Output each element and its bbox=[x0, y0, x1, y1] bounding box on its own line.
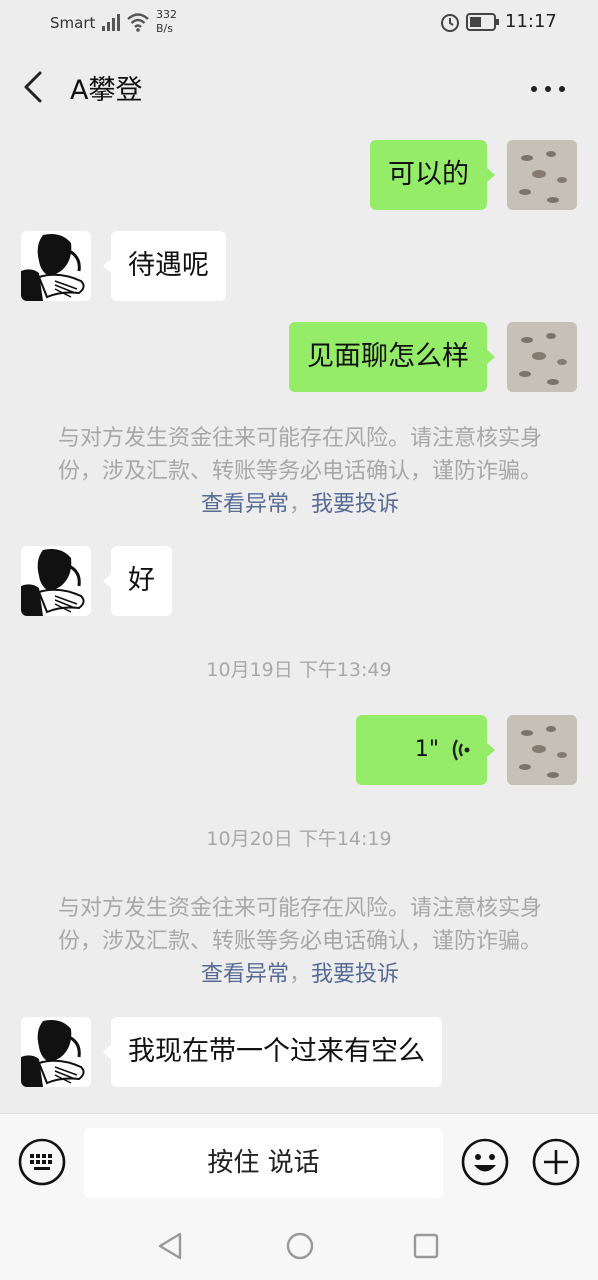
warning-separator: ， bbox=[288, 962, 311, 987]
signal-icon bbox=[102, 14, 120, 31]
message-bubble-contact[interactable]: 我现在带一个过来有空么 bbox=[103, 1017, 442, 1087]
wifi-icon bbox=[127, 13, 149, 32]
message-bubble-contact[interactable]: 好 bbox=[103, 546, 172, 616]
clock: 11:17 bbox=[505, 11, 557, 32]
voice-message-bubble[interactable]: 1" bbox=[356, 715, 495, 785]
avatar-contact[interactable] bbox=[21, 1017, 91, 1087]
message-bubble-self[interactable]: 可以的 bbox=[370, 140, 495, 210]
status-bar: Smart 332 B/s 11:17 bbox=[0, 0, 598, 46]
system-nav-bar bbox=[0, 1214, 598, 1280]
avatar-self[interactable] bbox=[507, 140, 577, 210]
warning-separator: ， bbox=[288, 492, 311, 517]
avatar-self-image bbox=[507, 140, 577, 210]
fraud-warning: 与对方发生资金往来可能存在风险。请注意核实身份，涉及汇款、转账等务必电话确认，谨… bbox=[55, 892, 545, 991]
message-bubble-self[interactable]: 见面聊怎么样 bbox=[289, 322, 495, 392]
speed-unit: B/s bbox=[156, 22, 173, 35]
chat-header: A攀登 bbox=[0, 46, 598, 130]
avatar-contact-image bbox=[21, 231, 91, 301]
report-link[interactable]: 我要投诉 bbox=[311, 492, 399, 517]
more-dots-icon[interactable] bbox=[530, 84, 566, 94]
speed-value: 332 bbox=[156, 8, 177, 21]
emoji-icon[interactable] bbox=[461, 1138, 509, 1186]
plus-icon[interactable] bbox=[532, 1138, 580, 1186]
view-abnormal-link[interactable]: 查看异常 bbox=[201, 962, 289, 987]
chevron-left-icon[interactable] bbox=[20, 70, 48, 104]
nav-recent-apps-icon[interactable] bbox=[412, 1232, 440, 1260]
alarm-icon bbox=[441, 14, 459, 32]
report-link[interactable]: 我要投诉 bbox=[311, 962, 399, 987]
battery-icon bbox=[466, 13, 499, 31]
fraud-warning: 与对方发生资金往来可能存在风险。请注意核实身份，涉及汇款、转账等务必电话确认，谨… bbox=[55, 422, 545, 521]
voice-duration: 1" bbox=[414, 737, 439, 762]
keyboard-icon[interactable] bbox=[18, 1138, 66, 1186]
network-speed: 332 B/s bbox=[156, 8, 177, 36]
avatar-contact[interactable] bbox=[21, 231, 91, 301]
warning-text: 与对方发生资金往来可能存在风险。请注意核实身份，涉及汇款、转账等务必电话确认，谨… bbox=[57, 896, 542, 954]
carrier-name: Smart bbox=[50, 14, 96, 32]
hold-to-talk-button[interactable]: 按住 说话 bbox=[84, 1128, 443, 1198]
input-bar: 按住 说话 bbox=[0, 1113, 598, 1214]
timestamp: 10月19日 下午13:49 bbox=[206, 659, 392, 681]
nav-back-icon[interactable] bbox=[156, 1231, 184, 1261]
avatar-self[interactable] bbox=[507, 715, 577, 785]
nav-home-icon[interactable] bbox=[285, 1231, 315, 1261]
avatar-self[interactable] bbox=[507, 322, 577, 392]
avatar-contact[interactable] bbox=[21, 546, 91, 616]
voice-wave-icon bbox=[452, 739, 470, 761]
avatar-contact-image bbox=[21, 1017, 91, 1087]
chat-title: A攀登 bbox=[70, 75, 143, 106]
message-bubble-contact[interactable]: 待遇呢 bbox=[103, 231, 226, 301]
warning-text: 与对方发生资金往来可能存在风险。请注意核实身份，涉及汇款、转账等务必电话确认，谨… bbox=[57, 426, 542, 484]
avatar-self-image bbox=[507, 322, 577, 392]
avatar-self-image bbox=[507, 715, 577, 785]
view-abnormal-link[interactable]: 查看异常 bbox=[201, 492, 289, 517]
timestamp: 10月20日 下午14:19 bbox=[206, 828, 392, 850]
avatar-contact-image bbox=[21, 546, 91, 616]
